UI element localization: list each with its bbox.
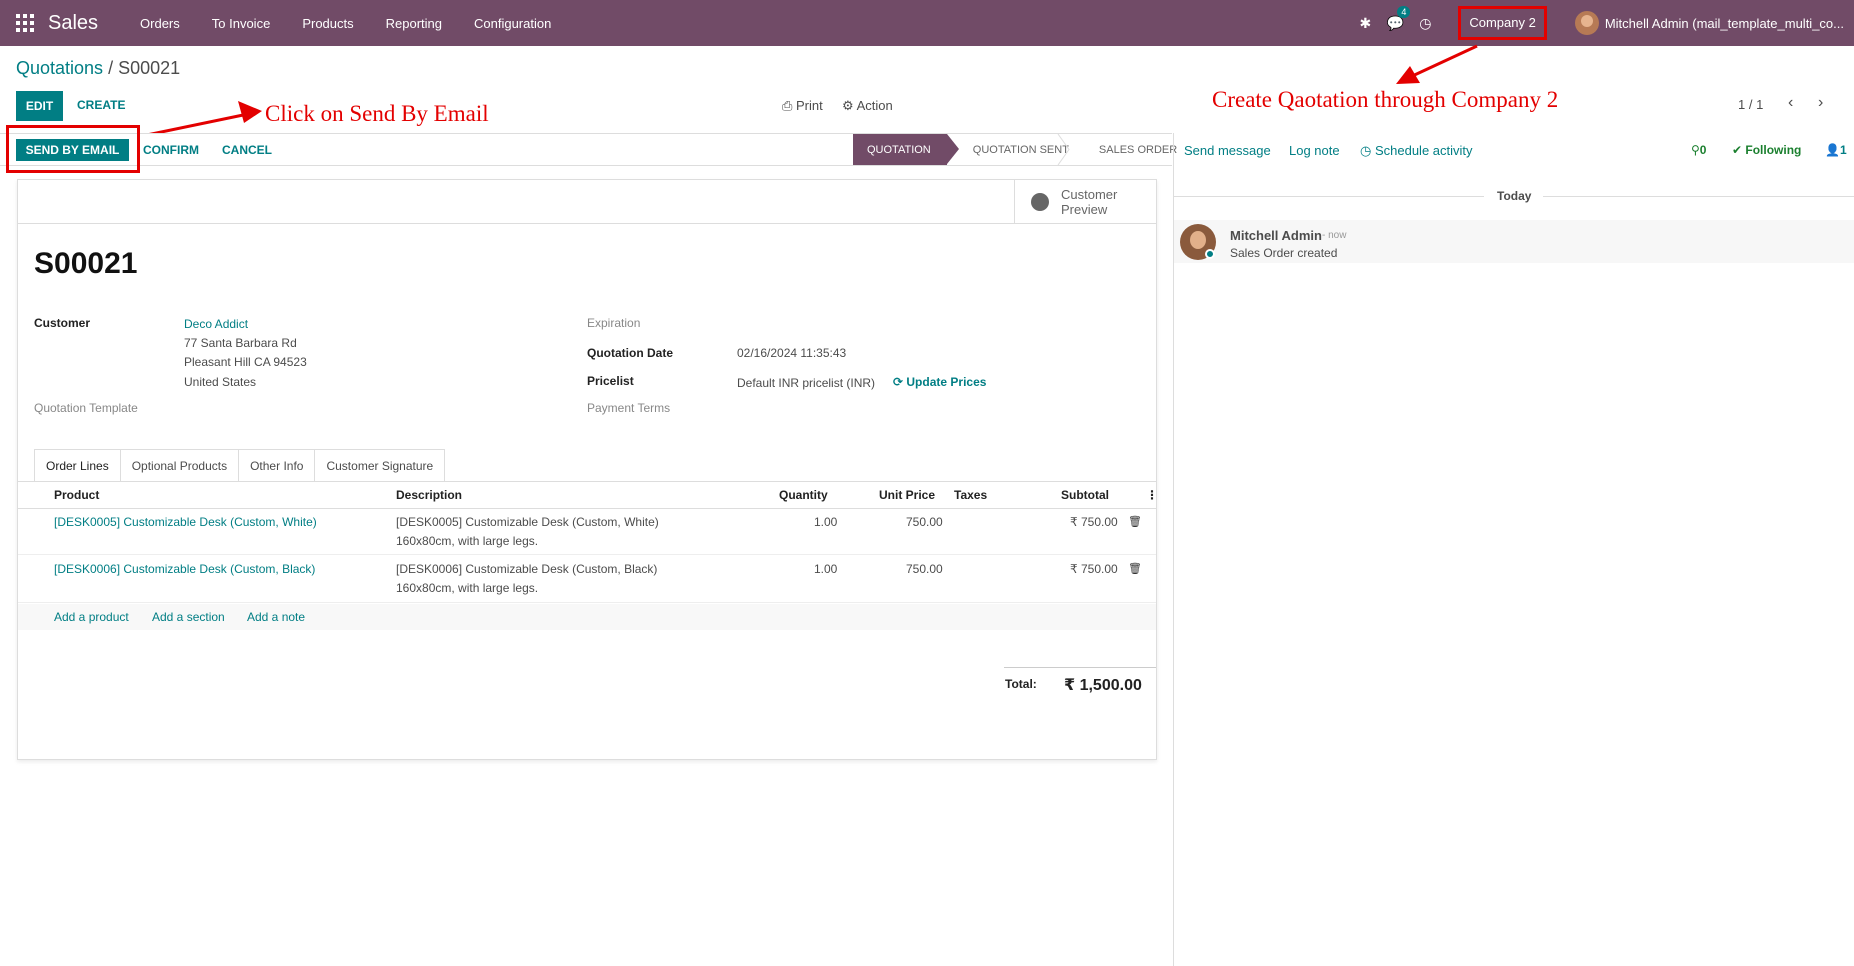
add-note-link[interactable]: Add a note [247,610,305,624]
pricelist-label: Pricelist [587,374,634,388]
followers-button[interactable]: 👤1 [1825,143,1847,157]
tab-divider [18,481,1156,482]
expiration-label: Expiration [587,316,641,330]
date-divider-right [1543,196,1854,197]
online-status-dot [1205,249,1215,259]
col-quantity[interactable]: Quantity [779,488,828,502]
payment-terms-label: Payment Terms [587,401,671,415]
cancel-button[interactable]: CANCEL [222,143,272,157]
send-by-email-button[interactable]: SEND BY EMAIL [16,139,129,161]
notebook-tabs: Order Lines Optional Products Other Info… [34,449,446,481]
customer-preview-button[interactable]: Customer Preview [1014,180,1156,224]
attachments-count: 0 [1699,143,1707,157]
col-description[interactable]: Description [396,488,462,502]
line-1-desc-2: 160x80cm, with large legs. [396,534,539,548]
date-divider-label: Today [1497,189,1532,203]
confirm-button[interactable]: CONFIRM [143,143,199,157]
following-label: Following [1745,143,1802,157]
optional-columns-icon[interactable]: ⋮ [1146,488,1158,502]
trash-icon[interactable]: 🗑 [1128,515,1142,528]
quotation-date-label: Quotation Date [587,346,673,360]
quotation-template-label: Quotation Template [34,401,138,415]
user-icon: 👤 [1825,143,1840,157]
arrow-head-send-email [238,101,262,123]
customer-field[interactable]: Deco Addict [184,317,248,331]
form-sheet: Customer Preview S00021 Customer Deco Ad… [17,179,1158,760]
total-label: Total: [1005,677,1037,691]
line-2-unit-price: 750.00 [906,562,943,576]
send-message-button[interactable]: Send message [1184,143,1271,158]
update-prices-button[interactable]: ⟳ Update Prices [893,375,986,389]
message-time: - now [1322,230,1347,241]
col-subtotal[interactable]: Subtotal [1061,488,1109,502]
address-line-1: 77 Santa Barbara Rd [184,336,297,350]
tab-customer-signature[interactable]: Customer Signature [314,449,446,481]
arrow-company [1407,44,1478,80]
paperclip-icon: ⚲ [1691,143,1700,157]
trash-icon[interactable]: 🗑 [1128,562,1142,575]
stage-pipeline: QUOTATION QUOTATION SENT SALES ORDER [853,134,1191,165]
check-icon: ✔ [1732,143,1746,157]
col-taxes[interactable]: Taxes [954,488,987,502]
col-product[interactable]: Product [54,488,99,502]
tab-optional-products[interactable]: Optional Products [119,449,240,481]
schedule-activity-button[interactable]: ◷ Schedule activity [1360,143,1473,159]
message-author[interactable]: Mitchell Admin [1230,228,1322,243]
stage-quotation[interactable]: QUOTATION [853,134,959,165]
total-divider [1004,667,1156,668]
following-button[interactable]: ✔ Following [1732,143,1801,157]
tab-order-lines[interactable]: Order Lines [34,449,121,481]
line-2-desc-2: 160x80cm, with large legs. [396,581,539,595]
clock-icon: ◷ [1360,143,1375,158]
date-divider-left [1174,196,1484,197]
total-amount: ₹ 1,500.00 [1064,677,1142,694]
update-prices-label: Update Prices [906,375,987,389]
order-number: S00021 [34,247,138,280]
customer-label: Customer [34,316,91,330]
line-2-product[interactable]: [DESK0006] Customizable Desk (Custom, Bl… [54,560,315,579]
pricelist-field[interactable]: Default INR pricelist (INR) [737,376,875,390]
line-1-unit-price: 750.00 [906,515,943,529]
line-2-quantity: 1.00 [814,562,838,576]
refresh-icon: ⟳ [893,375,907,389]
quotation-date-field[interactable]: 02/16/2024 11:35:43 [737,346,846,360]
log-note-button[interactable]: Log note [1289,143,1340,158]
line-2-desc-1: [DESK0006] Customizable Desk (Custom, Bl… [396,562,658,576]
message-body: Sales Order created [1230,246,1338,260]
schedule-activity-label: Schedule activity [1374,143,1473,158]
line-1-quantity: 1.00 [814,515,838,529]
followers-count: 1 [1839,143,1847,157]
line-1-subtotal: ₹ 750.00 [1070,515,1118,529]
tab-other-info[interactable]: Other Info [238,449,316,481]
customer-preview-label: Customer Preview [1061,187,1118,217]
address-line-2: Pleasant Hill CA 94523 [184,355,307,369]
col-unit-price[interactable]: Unit Price [879,488,935,502]
add-product-link[interactable]: Add a product [54,610,129,624]
add-section-link[interactable]: Add a section [152,610,225,624]
line-2-subtotal: ₹ 750.00 [1070,562,1118,576]
attachments-button[interactable]: ⚲0 [1691,143,1706,157]
button-box: Customer Preview [18,180,1156,224]
line-1-product[interactable]: [DESK0005] Customizable Desk (Custom, Wh… [54,513,317,532]
line-1-desc-1: [DESK0005] Customizable Desk (Custom, Wh… [396,515,659,529]
globe-icon [1031,193,1049,211]
address-line-3: United States [184,375,257,389]
stage-separator-2 [1068,134,1082,165]
